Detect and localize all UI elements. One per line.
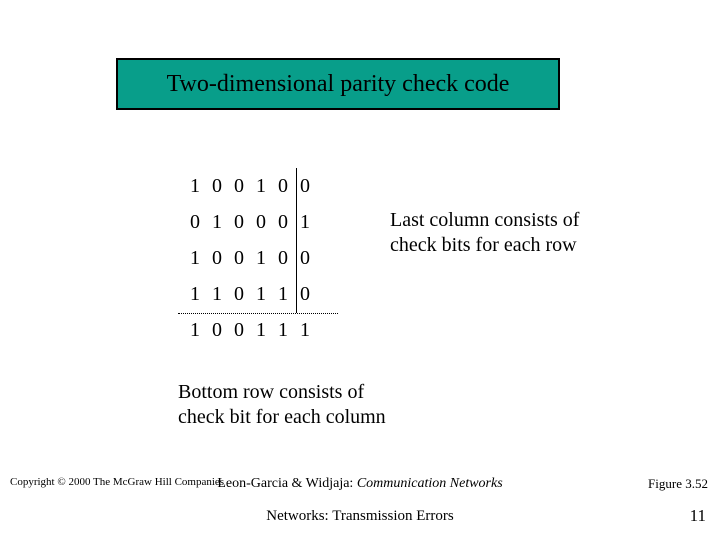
footer-subtitle: Networks: Transmission Errors xyxy=(0,508,720,525)
grid-cell: 0 xyxy=(228,247,250,270)
grid-cell: 1 xyxy=(250,247,272,270)
footer-authors: Leon-Garcia & Widjaja: xyxy=(217,476,353,491)
bottom-explanation-line: check bit for each column xyxy=(178,405,386,430)
grid-cell: 1 xyxy=(184,319,206,342)
grid-cell: 0 xyxy=(272,175,294,198)
bottom-explanation: Bottom row consists of check bit for eac… xyxy=(178,380,386,430)
grid-cell: 0 xyxy=(294,247,316,270)
footer-book-title: Communication Networks xyxy=(357,476,503,491)
column-separator xyxy=(296,168,297,313)
grid-cell: 1 xyxy=(206,211,228,234)
grid-cell: 0 xyxy=(294,283,316,306)
grid-cell: 1 xyxy=(250,175,272,198)
grid-cell: 0 xyxy=(250,211,272,234)
slide-title-box: Two-dimensional parity check code xyxy=(116,58,560,110)
bottom-explanation-line: Bottom row consists of xyxy=(178,380,386,405)
grid-cell: 1 xyxy=(272,319,294,342)
grid-cell: 1 xyxy=(184,175,206,198)
grid-cell: 1 xyxy=(294,319,316,342)
grid-cell: 0 xyxy=(272,247,294,270)
grid-cell: 0 xyxy=(272,211,294,234)
grid-cell: 0 xyxy=(228,283,250,306)
right-explanation-line: Last column consists of xyxy=(390,208,579,233)
grid-cell: 0 xyxy=(294,175,316,198)
grid-cell: 1 xyxy=(206,283,228,306)
grid-cell: 1 xyxy=(272,283,294,306)
grid-cell: 1 xyxy=(184,283,206,306)
grid-cell: 0 xyxy=(228,175,250,198)
grid-cell: 0 xyxy=(228,211,250,234)
footer-citation: Leon-Garcia & Widjaja: Communication Net… xyxy=(0,476,720,492)
footer-figure-label: Figure 3.52 xyxy=(648,476,708,492)
row-separator-dotted xyxy=(178,313,338,314)
grid-row: 1 0 0 1 1 1 xyxy=(184,312,316,348)
grid-cell: 0 xyxy=(206,319,228,342)
grid-cell: 1 xyxy=(250,283,272,306)
grid-cell: 1 xyxy=(294,211,316,234)
grid-cell: 1 xyxy=(184,247,206,270)
grid-cell: 0 xyxy=(228,319,250,342)
parity-grid: 1 0 0 1 0 0 0 1 0 0 0 1 1 0 0 1 0 0 1 1 … xyxy=(184,168,316,348)
grid-cell: 0 xyxy=(206,247,228,270)
grid-cell: 1 xyxy=(250,319,272,342)
right-explanation-line: check bits for each row xyxy=(390,233,579,258)
grid-cell: 0 xyxy=(184,211,206,234)
slide-title: Two-dimensional parity check code xyxy=(167,71,510,98)
page-number: 11 xyxy=(690,506,706,526)
right-explanation: Last column consists of check bits for e… xyxy=(390,208,579,258)
grid-cell: 0 xyxy=(206,175,228,198)
